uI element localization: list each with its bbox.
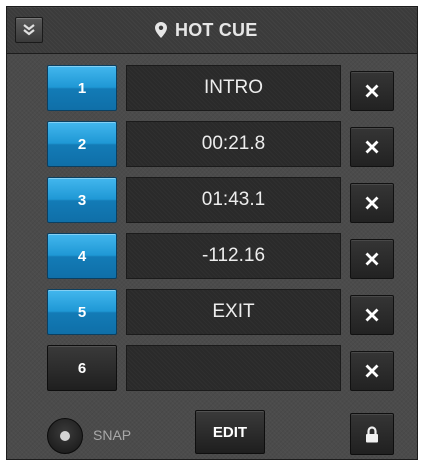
panel-footer: SNAP EDIT: [7, 399, 417, 459]
close-x-icon: [365, 308, 379, 322]
hot-cue-button-1[interactable]: 1: [47, 65, 117, 111]
cue-label-2[interactable]: 00:21.8: [126, 121, 341, 167]
delete-cue-button-3[interactable]: [350, 183, 394, 223]
cue-label-1[interactable]: INTRO: [126, 65, 341, 111]
panel-title-text: HOT CUE: [175, 19, 258, 40]
close-x-icon: [365, 196, 379, 210]
panel-header: HOT CUE: [7, 7, 417, 54]
delete-cue-button-5[interactable]: [350, 295, 394, 335]
hot-cue-button-2[interactable]: 2: [47, 121, 117, 167]
delete-cue-button-6[interactable]: [350, 351, 394, 391]
cue-label-5[interactable]: EXIT: [126, 289, 341, 335]
delete-cue-button-1[interactable]: [350, 71, 394, 111]
collapse-button[interactable]: [15, 17, 43, 43]
cue-row-5: 5 EXIT: [7, 289, 417, 337]
edit-button[interactable]: EDIT: [195, 410, 265, 454]
cue-row-6: 6: [7, 345, 417, 393]
hot-cue-button-6[interactable]: 6: [47, 345, 117, 391]
close-x-icon: [365, 252, 379, 266]
double-chevron-down-icon: [23, 24, 35, 36]
panel-title: HOT CUE: [155, 19, 257, 41]
cue-label-4[interactable]: -112.16: [126, 233, 341, 279]
cue-row-1: 1 INTRO: [7, 65, 417, 113]
delete-cue-button-2[interactable]: [350, 127, 394, 167]
snap-toggle[interactable]: [47, 418, 83, 454]
map-pin-icon: [155, 22, 167, 38]
hot-cue-button-3[interactable]: 3: [47, 177, 117, 223]
cue-row-4: 4 -112.16: [7, 233, 417, 281]
lock-icon: [366, 425, 378, 442]
lock-button[interactable]: [350, 413, 394, 455]
cue-row-2: 2 00:21.8: [7, 121, 417, 169]
snap-indicator: [60, 431, 70, 441]
hot-cue-button-4[interactable]: 4: [47, 233, 117, 279]
close-x-icon: [365, 364, 379, 378]
close-x-icon: [365, 84, 379, 98]
cue-row-3: 3 01:43.1: [7, 177, 417, 225]
cue-label-3[interactable]: 01:43.1: [126, 177, 341, 223]
close-x-icon: [365, 140, 379, 154]
hot-cue-panel: HOT CUE 1 INTRO 2 00:21.8 3 01:43.1 4 -1…: [6, 6, 418, 460]
snap-label: SNAP: [93, 427, 132, 443]
hot-cue-button-5[interactable]: 5: [47, 289, 117, 335]
delete-cue-button-4[interactable]: [350, 239, 394, 279]
cue-label-6[interactable]: [126, 345, 341, 391]
